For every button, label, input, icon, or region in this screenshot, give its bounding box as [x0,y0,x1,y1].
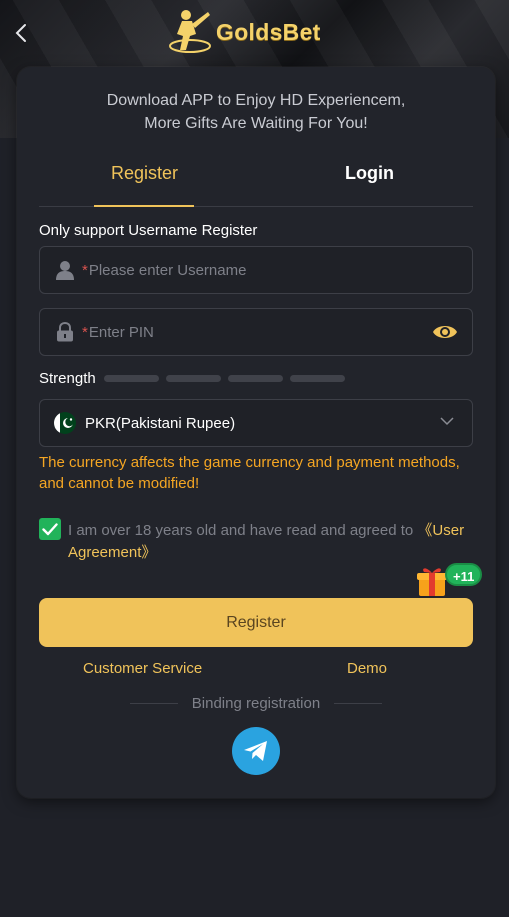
logo: GoldsBet [168,6,344,58]
telegram-icon [244,741,267,761]
agreement-statement: I am over 18 years old and have read and… [68,522,418,539]
binding-registration-divider: Binding registration [17,695,495,712]
active-tab-indicator [94,205,194,207]
back-button[interactable] [8,20,34,46]
divider-line-right [334,703,383,704]
promo-line-2: More Gifts Are Waiting For You! [144,115,368,132]
cricket-player-icon [169,10,211,53]
pin-field[interactable]: * Enter PIN [39,308,473,356]
eye-icon[interactable] [432,320,458,344]
agreement-text: I am over 18 years old and have read and… [68,520,480,564]
gift-icon[interactable] [415,564,449,598]
currency-value: PKR(Pakistani Rupee) [85,414,236,432]
register-button[interactable]: Register [39,598,473,647]
customer-service-link[interactable]: Customer Service [83,660,202,677]
register-mode-label: Only support Username Register [39,222,258,239]
checkmark-icon [42,522,58,535]
register-card: Download APP to Enjoy HD Experiencem, Mo… [17,67,495,798]
strength-bar-2 [165,375,221,382]
currency-warning: The currency affects the game currency a… [39,454,460,492]
tab-login[interactable]: Login [345,163,394,184]
binding-registration-label: Binding registration [191,695,321,712]
gift-badge: +11 [445,563,483,586]
pakistan-flag-icon [54,412,76,434]
password-strength: Strength [39,370,352,387]
username-required-mark: * [82,261,88,279]
chevron-down-icon [440,417,454,426]
username-placeholder: Please enter Username [88,261,247,279]
demo-link[interactable]: Demo [347,660,387,677]
lock-icon [54,321,76,343]
pin-required-mark: * [82,323,88,341]
divider-line-left [129,703,178,704]
strength-bar-4 [289,375,345,382]
strength-bar-1 [103,375,159,382]
currency-select[interactable]: PKR(Pakistani Rupee) [39,399,473,447]
tab-register[interactable]: Register [111,163,178,184]
promo-line-1: Download APP to Enjoy HD Experiencem, [106,92,406,109]
logo-text: GoldsBet [216,18,321,45]
promo-text: Download APP to Enjoy HD Experiencem, Mo… [17,89,495,135]
telegram-register-button[interactable] [232,727,280,775]
username-field[interactable]: * Please enter Username [39,246,473,294]
chevron-left-icon [15,24,26,42]
auth-tabs: Register Login [39,163,473,207]
strength-label: Strength [39,370,96,387]
user-icon [54,259,76,281]
agreement-checkbox[interactable] [39,518,61,540]
strength-bar-3 [227,375,283,382]
pin-placeholder: Enter PIN [88,323,154,341]
